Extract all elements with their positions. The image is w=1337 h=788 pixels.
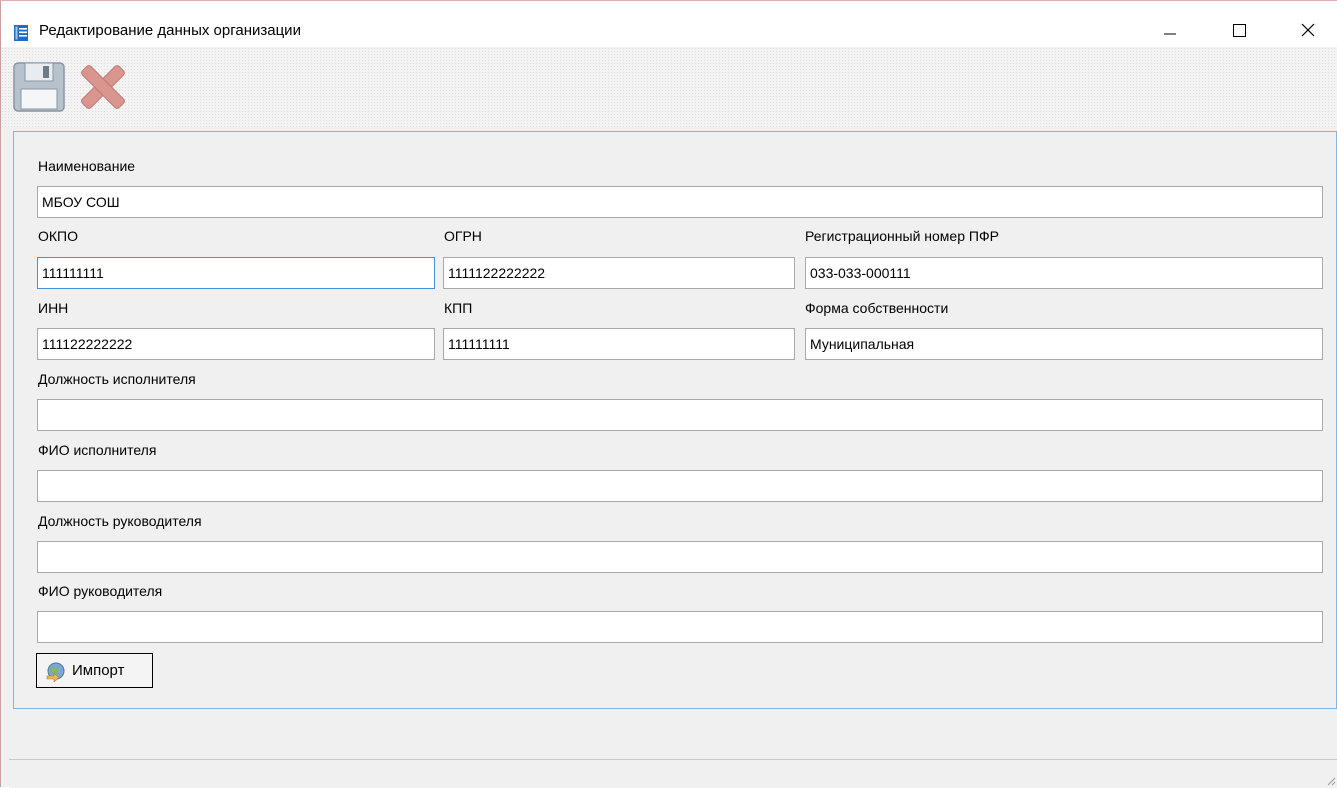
name-label: Наименование [38,158,136,174]
save-button[interactable] [13,61,65,113]
maximize-button[interactable] [1216,13,1262,47]
edit-organization-window: Редактирование данных организации Наимен… [0,0,1337,788]
close-button[interactable] [1285,13,1331,47]
pfr-input[interactable] [805,257,1323,289]
app-icon [14,25,28,41]
ownership-label: Форма собственности [805,300,949,316]
import-button[interactable]: Импорт [36,653,153,688]
executor-position-input[interactable] [37,399,1323,431]
executor-name-input[interactable] [37,470,1323,502]
inn-label: ИНН [38,300,69,316]
cancel-icon [81,65,125,109]
minimize-button[interactable] [1147,13,1193,47]
window-title: Редактирование данных организации [39,22,301,39]
pfr-label: Регистрационный номер ПФР [805,228,999,244]
minimize-icon [1164,33,1176,35]
head-position-input[interactable] [37,541,1323,573]
maximize-icon [1232,23,1246,37]
ownership-input[interactable] [805,328,1323,360]
import-button-label: Импорт [72,662,125,679]
inn-input[interactable] [37,328,435,360]
head-name-input[interactable] [37,611,1323,643]
status-bar [9,759,1337,788]
save-icon [13,62,65,112]
kpp-input[interactable] [443,328,795,360]
ogrn-label: ОГРН [444,228,482,244]
import-icon [46,662,65,682]
executor-name-label: ФИО исполнителя [38,442,157,458]
organization-form-panel: Наименование ОКПО ОГРН Регистрационный н… [13,131,1337,709]
close-icon [1301,23,1315,37]
okpo-label: ОКПО [38,228,78,244]
resize-grip-icon[interactable] [1324,774,1336,786]
head-name-label: ФИО руководителя [38,583,163,599]
okpo-input[interactable] [37,257,435,289]
head-position-label: Должность руководителя [38,513,202,529]
cancel-button[interactable] [77,61,129,113]
ogrn-input[interactable] [443,257,795,289]
title-bar: Редактирование данных организации [1,1,1337,47]
toolbar [1,47,1337,127]
kpp-label: КПП [444,300,473,316]
name-input[interactable] [37,186,1323,218]
executor-position-label: Должность исполнителя [38,371,196,387]
